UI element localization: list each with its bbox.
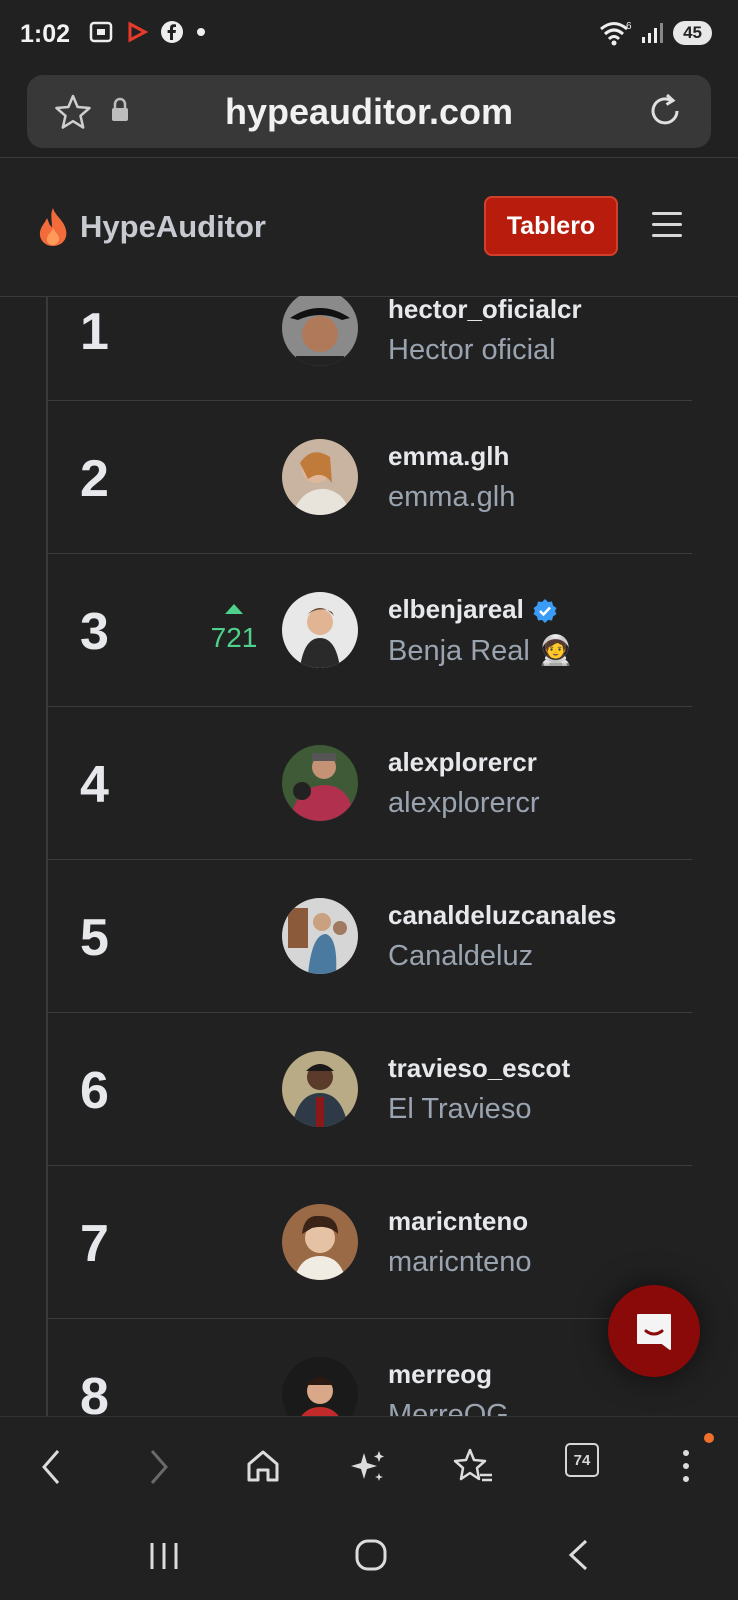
site-header: HypeAuditor Tablero	[0, 158, 738, 297]
username[interactable]: elbenjareal	[388, 594, 558, 625]
display-name: Benja Real 🧑‍🚀	[388, 635, 575, 667]
username[interactable]: canaldeluzcanales	[388, 900, 616, 931]
home-icon[interactable]	[244, 1447, 282, 1485]
username[interactable]: maricnteno	[388, 1206, 528, 1237]
sparkle-icon[interactable]	[348, 1447, 388, 1487]
username[interactable]: travieso_escot	[388, 1053, 570, 1084]
browser-toolbar: 74	[0, 1416, 738, 1517]
rank-number: 1	[80, 303, 109, 361]
notification-dot	[704, 1433, 714, 1443]
display-name: maricnteno	[388, 1246, 532, 1278]
dashboard-button[interactable]: Tablero	[484, 196, 618, 256]
address-bar[interactable]: hypeauditor.com	[27, 75, 711, 148]
flame-icon	[39, 208, 67, 246]
chat-icon	[637, 1314, 671, 1350]
signal-icon	[642, 23, 664, 43]
avatar[interactable]	[282, 745, 358, 821]
rank-number: 3	[80, 603, 109, 661]
system-nav-bar	[0, 1516, 738, 1600]
status-time: 1:02	[20, 20, 71, 48]
ranking-list: 1 hector_oficialcr Hector oficial 2 emma…	[0, 296, 738, 1416]
hamburger-menu-icon[interactable]	[652, 212, 682, 245]
rank-number: 6	[80, 1062, 109, 1120]
rank-number: 2	[80, 450, 109, 508]
verified-badge-icon	[533, 599, 557, 624]
username[interactable]: hector_oficialcr	[388, 296, 582, 325]
status-right: 6 45	[599, 20, 712, 46]
avatar[interactable]	[282, 439, 358, 515]
ranking-row[interactable]: 3 721 elbenjareal Benja Real 🧑‍🚀	[48, 554, 692, 707]
username[interactable]: merreog	[388, 1359, 492, 1390]
rank-change-value: 721	[210, 622, 258, 653]
facebook-icon	[161, 21, 183, 43]
chat-button[interactable]	[608, 1285, 700, 1377]
ranking-row[interactable]: 7 maricnteno maricnteno	[48, 1166, 692, 1319]
username[interactable]: emma.glh	[388, 441, 509, 472]
forward-icon[interactable]	[144, 1447, 174, 1487]
wifi-badge: 6	[626, 21, 632, 32]
wifi-icon: 6	[600, 21, 632, 46]
arrow-up-icon	[225, 604, 243, 614]
ranking-row[interactable]: 5 canaldeluzcanales Canaldeluz	[48, 860, 692, 1013]
ranking-row[interactable]: 6 travieso_escot El Travieso	[48, 1013, 692, 1166]
recent-apps-icon[interactable]	[148, 1540, 180, 1572]
tabs-button[interactable]: 74	[565, 1443, 599, 1477]
more-options-icon[interactable]	[680, 1447, 692, 1485]
avatar[interactable]	[282, 898, 358, 974]
display-name: El Travieso	[388, 1093, 532, 1125]
display-name: Canaldeluz	[388, 940, 534, 972]
url-text[interactable]: hypeauditor.com	[27, 91, 711, 133]
reload-icon[interactable]	[645, 91, 685, 131]
battery-indicator: 45	[673, 21, 712, 45]
screenshot-icon	[89, 21, 113, 43]
display-name: MerreOG	[388, 1399, 509, 1416]
username[interactable]: alexplorercr	[388, 747, 537, 778]
display-name: emma.glh	[388, 481, 516, 513]
home-nav-icon[interactable]	[354, 1538, 388, 1572]
dot-icon	[197, 28, 205, 36]
notification-icons	[88, 20, 206, 44]
display-name: Hector oficial	[388, 334, 556, 366]
username-text[interactable]: elbenjareal	[388, 594, 524, 624]
ranking-row[interactable]: 1 hector_oficialcr Hector oficial	[48, 296, 692, 401]
rank-number: 8	[80, 1368, 109, 1416]
back-icon[interactable]	[36, 1447, 66, 1487]
rank-number: 7	[80, 1215, 109, 1273]
avatar[interactable]	[282, 1357, 358, 1416]
ranking-row[interactable]: 4 alexplorercr alexplorercr	[48, 707, 692, 860]
youtube-play-icon	[128, 21, 148, 43]
avatar[interactable]	[282, 296, 358, 366]
avatar[interactable]	[282, 1204, 358, 1280]
bookmarks-icon[interactable]	[452, 1447, 494, 1487]
ranking-row[interactable]: 8 merreog MerreOG	[48, 1319, 692, 1416]
avatar[interactable]	[282, 1051, 358, 1127]
back-nav-icon[interactable]	[566, 1538, 590, 1572]
display-name: alexplorercr	[388, 787, 540, 819]
rank-number: 5	[80, 909, 109, 967]
avatar[interactable]	[282, 592, 358, 668]
hypeauditor-logo[interactable]: HypeAuditor	[36, 206, 266, 248]
brand-name: HypeAuditor	[80, 209, 266, 244]
status-bar: 1:02 6 45	[0, 0, 738, 70]
rank-number: 4	[80, 756, 109, 814]
ranking-row[interactable]: 2 emma.glh emma.glh	[48, 401, 692, 554]
rank-change: 721	[206, 590, 262, 654]
